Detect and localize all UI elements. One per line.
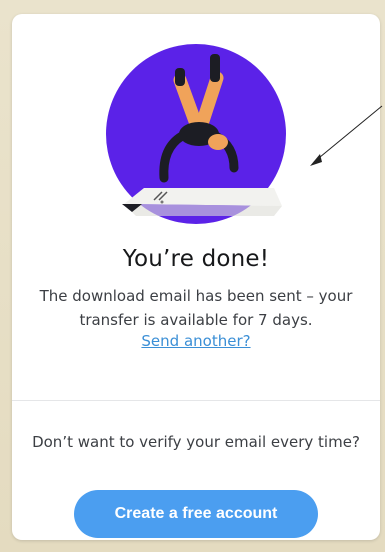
transfer-status-text: The download email has been sent – your … — [39, 287, 353, 329]
verify-email-prompt: Don’t want to verify your email every ti… — [32, 433, 360, 451]
send-another-link[interactable]: Send another? — [12, 332, 380, 350]
done-heading: You’re done! — [122, 246, 270, 272]
transfer-complete-card: You’re done! The download email has been… — [12, 14, 380, 540]
annotation-arrow-icon — [310, 105, 383, 166]
section-divider — [12, 400, 380, 401]
create-account-button[interactable]: Create a free account — [74, 490, 318, 538]
